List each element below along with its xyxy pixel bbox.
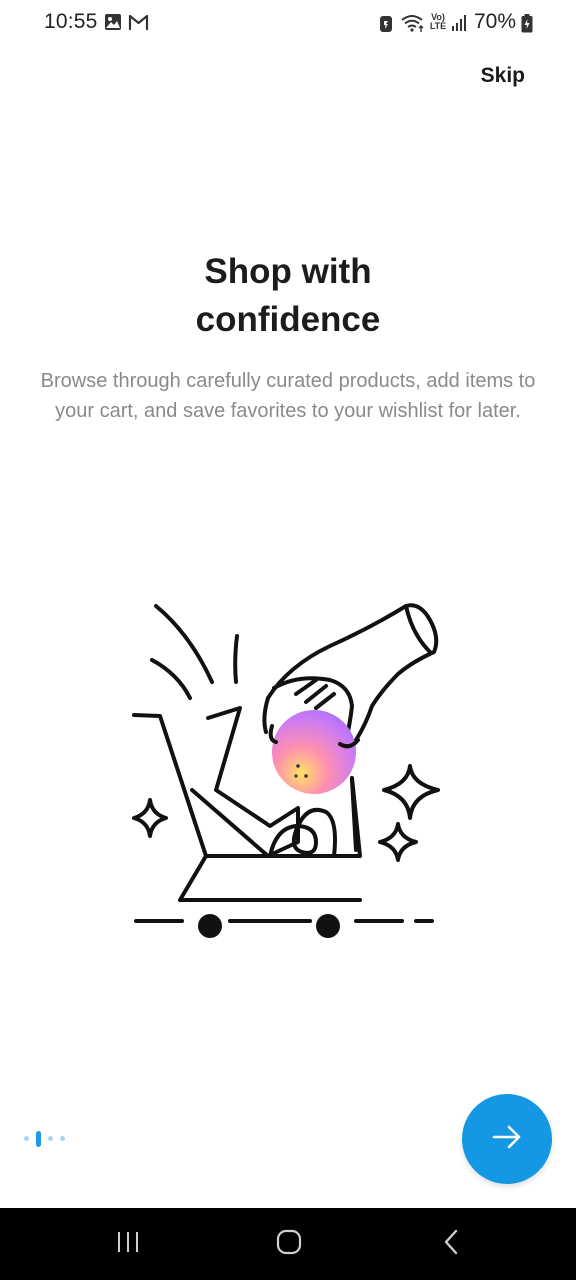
volte-icon: Vo) LTE (429, 12, 447, 31)
page-title: Shop with confidence (0, 248, 576, 344)
page-description: Browse through carefully curated product… (40, 370, 536, 422)
page-title-line-2: confidence (195, 300, 381, 339)
home-icon (276, 1229, 302, 1260)
wifi-icon (400, 13, 426, 38)
status-time: 10:55 (44, 10, 98, 33)
back-button[interactable] (396, 1208, 506, 1280)
status-bar: 10:55 Vo) LTE 70% (0, 0, 576, 48)
battery-saver-icon (379, 14, 393, 38)
system-nav-bar (0, 1208, 576, 1280)
gmail-icon (128, 13, 149, 36)
page-dot (60, 1136, 65, 1141)
arrow-right-icon (492, 1124, 522, 1155)
page-title-line-1: Shop with (204, 252, 372, 291)
battery-percent: 70% (474, 10, 517, 33)
home-button[interactable] (234, 1208, 344, 1280)
recent-apps-icon (116, 1230, 140, 1259)
battery-icon (521, 14, 533, 38)
page-indicator (22, 1128, 82, 1150)
back-icon (442, 1228, 460, 1261)
gallery-icon (104, 13, 122, 36)
page-dot (48, 1136, 53, 1141)
onboarding-screen: 10:55 Vo) LTE 70% Skip Shop with confide… (0, 0, 576, 1280)
next-button[interactable] (462, 1094, 552, 1184)
recent-apps-button[interactable] (73, 1208, 183, 1280)
signal-icon (451, 14, 469, 37)
page-dot (24, 1136, 29, 1141)
shopping-cart-hand-illustration (120, 590, 460, 950)
page-dot-active (36, 1131, 41, 1147)
skip-button[interactable]: Skip (481, 64, 525, 88)
